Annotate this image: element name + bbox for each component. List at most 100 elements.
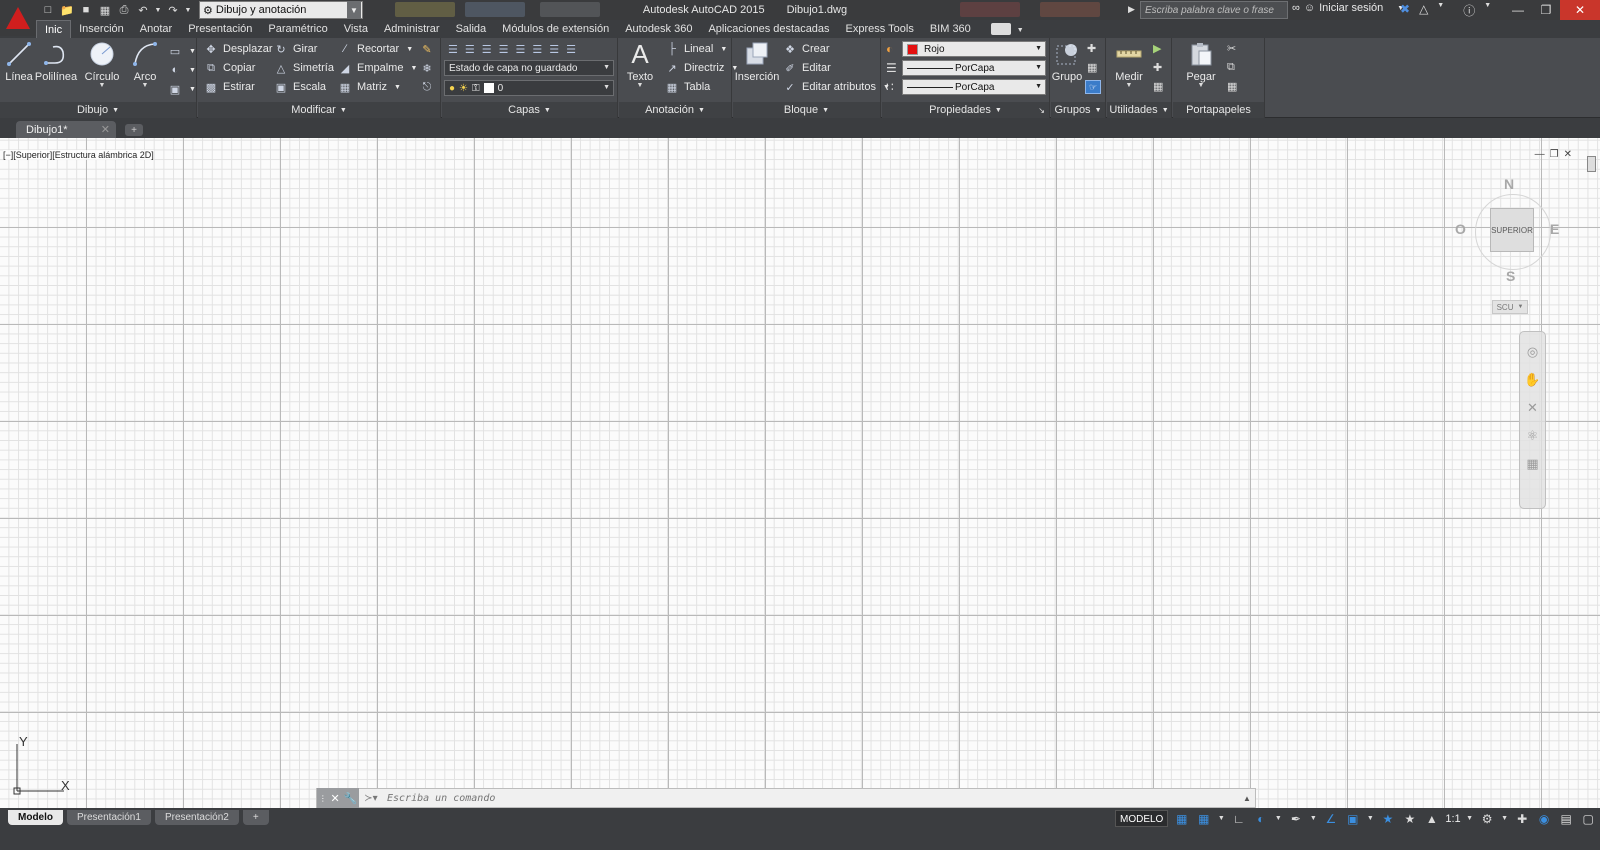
layer-isolate-icon[interactable]: ☰ — [499, 43, 509, 56]
panel-title-anotacion[interactable]: Anotación ▼ — [619, 102, 731, 118]
object-snap-icon[interactable]: ▣ — [1344, 810, 1361, 827]
a360-icon[interactable]: △ — [1419, 2, 1428, 19]
panel-title-propiedades[interactable]: Propiedades ▼ ↘ — [882, 102, 1049, 118]
pan-icon[interactable]: ✋ — [1524, 372, 1540, 388]
annotation-visibility-icon[interactable]: ★ — [1379, 810, 1396, 827]
search-input[interactable]: Escriba palabra clave o frase — [1140, 1, 1288, 19]
chevron-down-icon[interactable]: ▼ — [1217, 810, 1225, 827]
tab-vista[interactable]: Vista — [336, 20, 376, 38]
table-button[interactable]: ▦ Tabla — [665, 78, 711, 96]
open-icon[interactable]: 📁 — [59, 2, 75, 18]
offset-button[interactable]: ⎋ — [420, 78, 434, 96]
layout-tab-presentacion1[interactable]: Presentación1 — [67, 810, 151, 825]
hatch-tool[interactable]: ◐ ▼ — [168, 61, 196, 79]
layer-lock-icon[interactable]: ☰ — [566, 43, 576, 56]
line-button[interactable]: Línea — [0, 40, 38, 96]
layout-tab-modelo[interactable]: Modelo — [8, 810, 63, 825]
hardware-acceleration-icon[interactable]: ▤ — [1558, 810, 1575, 827]
polar-icon[interactable]: ◐ — [1252, 810, 1269, 827]
erase-button[interactable]: ✎ — [420, 40, 434, 58]
qat-customize-button[interactable]: ▼ — [347, 1, 361, 19]
chevron-down-icon[interactable]: ▼ — [1366, 810, 1374, 827]
new-tab-button[interactable]: + — [125, 124, 143, 136]
command-input[interactable] — [383, 788, 1239, 808]
wrench-icon[interactable]: 🔧 — [343, 792, 357, 805]
create-block-button[interactable]: ❖ Crear — [783, 40, 829, 58]
lineweight-select[interactable]: PorCapa ▼ — [902, 60, 1046, 76]
minimize-button[interactable]: — — [1504, 0, 1532, 20]
compass-west[interactable]: O — [1455, 221, 1466, 237]
measure-button[interactable]: Medir ▼ — [1109, 40, 1149, 96]
help-icon[interactable]: ⓘ — [1463, 2, 1475, 19]
save-as-icon[interactable]: ▦ — [97, 2, 113, 18]
tab-autodesk-360[interactable]: Autodesk 360 — [617, 20, 700, 38]
array-button[interactable]: ▦ Matriz ▼ — [338, 78, 401, 96]
panel-title-bloque[interactable]: Bloque ▼ — [733, 102, 880, 118]
search-expand-icon[interactable]: ▶ — [1128, 4, 1135, 15]
layer-freeze-icon[interactable]: ☰ — [532, 43, 542, 56]
explode-button[interactable]: ❄ — [420, 59, 434, 77]
chevron-down-icon[interactable]: ▼ — [1274, 810, 1282, 827]
linear-dim-button[interactable]: ├ Lineal ▼ — [665, 40, 727, 58]
edit-block-button[interactable]: ✐ Editar — [783, 59, 830, 77]
tab-modulos-extension[interactable]: Módulos de extensión — [494, 20, 617, 38]
tab-anotar[interactable]: Anotar — [132, 20, 180, 38]
edit-attributes-button[interactable]: ✓ Editar atributos ▼ — [783, 78, 890, 96]
rotate-button[interactable]: ↻ Girar — [274, 40, 317, 58]
layer-select[interactable]: ● ☀ ⚿ 0 ▼ — [444, 80, 614, 96]
compass-east[interactable]: E — [1550, 221, 1559, 237]
close-icon[interactable]: ✕ — [331, 792, 340, 805]
mirror-button[interactable]: △ Simetría — [274, 59, 334, 77]
restore-button[interactable]: ❐ — [1532, 0, 1560, 20]
chevron-down-icon[interactable]: ▼ — [1466, 810, 1474, 827]
undo-icon[interactable]: ↶ — [135, 2, 151, 18]
dialog-launcher-icon[interactable]: ↘ — [1038, 106, 1045, 115]
print-icon[interactable]: ⎙ — [116, 2, 132, 18]
copy-clip-icon[interactable]: ⧉ — [1227, 61, 1235, 74]
model-space-button[interactable]: MODELO — [1115, 810, 1169, 827]
paste-button[interactable]: Pegar ▼ — [1181, 40, 1221, 96]
compass-north[interactable]: N — [1504, 176, 1514, 192]
viewcube[interactable]: N S E O SUPERIOR SCU ▼ — [1455, 176, 1585, 326]
cut-icon[interactable]: ✂ — [1227, 42, 1236, 55]
boundary-tool[interactable]: ▣ ▼ — [168, 80, 196, 98]
copy-base-icon[interactable]: ▦ — [1227, 80, 1237, 93]
lineweight-icon[interactable]: ☰ — [886, 61, 897, 75]
file-tab-dibujo1[interactable]: Dibujo1* ✕ — [16, 121, 116, 138]
linetype-select[interactable]: PorCapa ▼ — [902, 79, 1046, 95]
circle-button[interactable]: Círculo ▼ — [82, 40, 122, 96]
showmotion-icon[interactable]: ▦ — [1526, 456, 1538, 472]
group-select-icon[interactable]: ☞ — [1085, 80, 1101, 94]
ribbon-minimize-icon[interactable] — [990, 23, 1011, 35]
workspace-switch-icon[interactable]: ⚙ — [1479, 810, 1496, 827]
panel-title-grupos[interactable]: Grupos ▼ — [1051, 102, 1105, 118]
command-history-icon[interactable]: ▲ — [1239, 794, 1255, 803]
new-icon[interactable]: □ — [40, 2, 56, 18]
isodraft-icon[interactable]: ✒ — [1287, 810, 1304, 827]
signin-button[interactable]: ∞ ☺ Iniciar sesión ▼ — [1292, 2, 1404, 14]
annotation-autoscale-icon[interactable]: ★ — [1401, 810, 1418, 827]
layer-properties-icon[interactable]: ☰ — [448, 43, 458, 56]
quick-select-icon[interactable]: ▶ — [1153, 42, 1161, 55]
chevron-down-icon[interactable]: ▼ — [1309, 810, 1317, 827]
annotation-scale-icon[interactable]: ▲ — [1423, 810, 1440, 827]
object-snap-tracking-icon[interactable]: ∠ — [1322, 810, 1339, 827]
viewport-label[interactable]: [−][Superior][Estructura alámbrica 2D] — [3, 150, 154, 160]
layer-unisolate-icon[interactable]: ☰ — [516, 43, 526, 56]
layout-tab-presentacion2[interactable]: Presentación2 — [154, 810, 239, 825]
match-properties-icon[interactable]: ◐ — [886, 42, 893, 56]
snap-icon[interactable]: ▦ — [1195, 810, 1212, 827]
redo-icon[interactable]: ↷ — [165, 2, 181, 18]
panel-title-capas[interactable]: Capas ▼ — [442, 102, 617, 118]
trim-button[interactable]: ∕ Recortar ▼ — [338, 40, 413, 58]
exchange-apps-icon[interactable]: ✖ — [1400, 2, 1410, 19]
chevron-down-icon[interactable]: ▼ — [1017, 27, 1024, 34]
compass-south[interactable]: S — [1506, 268, 1515, 284]
leader-button[interactable]: ↗ Directriz ▼ — [665, 59, 738, 77]
steering-wheel-icon[interactable]: ◎ — [1527, 344, 1538, 360]
orbit-icon[interactable]: ⚛ — [1527, 428, 1539, 444]
annotation-scale-value[interactable]: 1:1 — [1445, 813, 1460, 825]
grip-icon[interactable]: ⋮ — [319, 794, 327, 803]
chevron-down-icon[interactable]: ▼ — [1501, 810, 1509, 827]
text-button[interactable]: A Texto ▼ — [621, 39, 659, 96]
